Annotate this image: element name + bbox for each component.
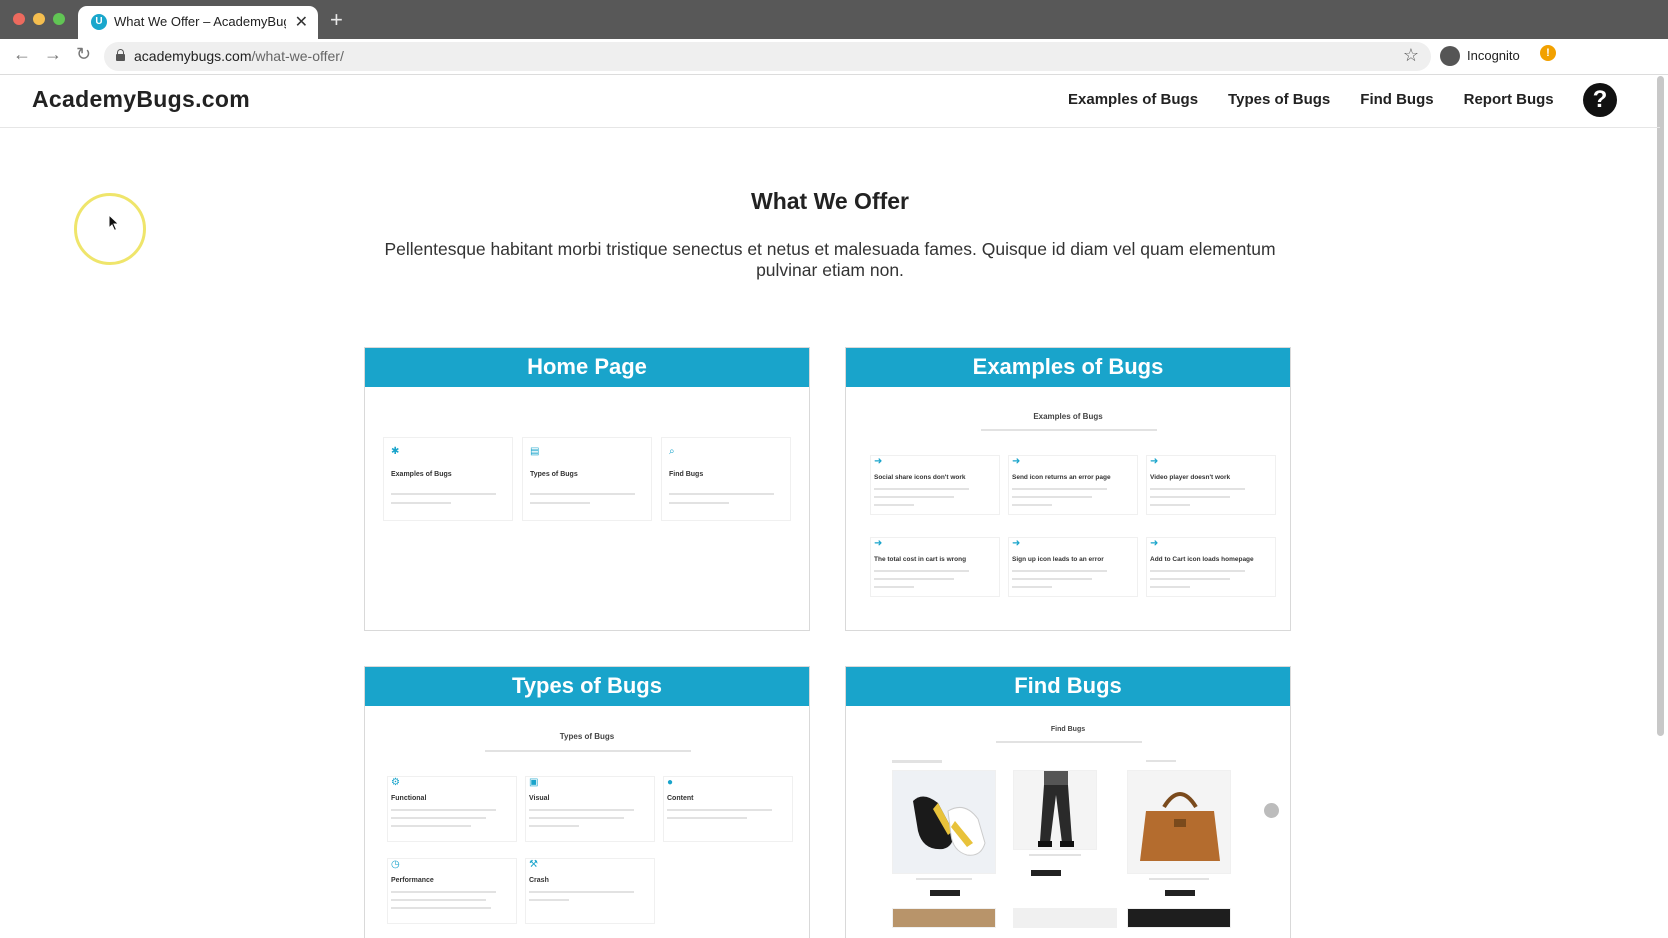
address-bar[interactable]: academybugs.com/what-we-offer/ ☆ [104,42,1431,71]
preview-item: ➜ Add to Cart icon loads homepage [1146,537,1276,597]
sneaker-image [913,796,986,856]
mouse-pointer-icon [108,214,120,232]
preview-item: ➜ Social share icons don't work [870,455,1000,515]
search-icon: ⌕ [669,446,675,457]
preview-item: ● Content [663,776,793,842]
nav-find-bugs[interactable]: Find Bugs [1360,91,1433,108]
add-to-cart-button[interactable] [1031,870,1061,876]
nav-types-of-bugs[interactable]: Types of Bugs [1228,91,1330,108]
card-preview: Types of Bugs ⚙ Functional ▣ Visual ● Co… [365,706,809,938]
card-examples-of-bugs[interactable]: Examples of Bugs Examples of Bugs ➜ Soci… [845,347,1291,631]
product-image [1013,908,1117,928]
site-header: AcademyBugs.com Examples of Bugs Types o… [0,76,1660,128]
bug-icon: ✱ [391,446,400,457]
chevron-right-icon: ➜ [1150,456,1159,467]
card-preview: Find Bugs [846,706,1290,938]
preview-item: ➜ Send icon returns an error page [1008,455,1138,515]
browser-toolbar: ← → ↻ academybugs.com/what-we-offer/ ☆ I… [0,39,1668,75]
preview-item: ➜ Sign up icon leads to an error [1008,537,1138,597]
nav-report-bugs[interactable]: Report Bugs [1464,91,1554,108]
intro-text: Pellentesque habitant morbi tristique se… [384,239,1276,280]
add-to-cart-button[interactable] [930,890,960,896]
main-nav: Examples of Bugs Types of Bugs Find Bugs… [1068,91,1554,108]
forward-arrow-icon[interactable]: → [44,44,62,65]
page-title: What We Offer [750,188,910,214]
site-logo[interactable]: AcademyBugs.com [32,86,250,113]
url-text[interactable]: academybugs.com/what-we-offer/ [134,48,344,64]
page-content: AcademyBugs.com Examples of Bugs Types o… [0,76,1668,938]
image-icon: ▣ [529,777,539,788]
jeans-image [1038,771,1074,847]
preview-item: ✱ Examples of Bugs [383,437,513,521]
add-to-cart-button[interactable] [1165,890,1195,896]
tab-close-icon[interactable]: ✕ [295,12,308,32]
incognito-icon [1440,46,1460,66]
preview-item: ⚙ Functional [387,776,517,842]
card-preview: ✱ Examples of Bugs ▤ Types of Bugs ⌕ Fin… [365,387,809,630]
list-icon: ▤ [530,446,540,457]
favicon-icon: U [91,14,107,30]
product-image-sneaker[interactable] [892,770,996,874]
incognito-indicator[interactable]: Incognito [1440,42,1528,71]
help-icon[interactable]: ? [1583,83,1617,117]
preview-item: ▤ Types of Bugs [522,437,652,521]
preview-item: ◷ Performance [387,858,517,924]
browser-alert-icon[interactable]: ! [1540,45,1556,61]
chevron-right-icon: ➜ [1012,538,1021,549]
card-title: Home Page [365,348,809,387]
card-types-of-bugs[interactable]: Types of Bugs Types of Bugs ⚙ Functional… [364,666,810,938]
card-title: Examples of Bugs [846,348,1290,387]
preview-item: ➜ Video player doesn't work [1146,455,1276,515]
comment-icon: ● [667,777,674,788]
card-title: Types of Bugs [365,667,809,706]
back-arrow-icon[interactable]: ← [13,44,31,65]
preview-item: ▣ Visual [525,776,655,842]
card-preview: Examples of Bugs ➜ Social share icons do… [846,387,1290,630]
chevron-right-icon: ➜ [874,456,883,467]
reload-icon[interactable]: ↻ [76,44,91,65]
tab-title: What We Offer – AcademyBug [114,14,286,29]
preview-item: ⚒ Crash [525,858,655,924]
chevron-right-icon: ➜ [1012,456,1021,467]
clock-icon: ◷ [391,859,400,870]
card-home-page[interactable]: Home Page ✱ Examples of Bugs ▤ Types of … [364,347,810,631]
page-scrollbar[interactable] [1657,76,1664,736]
hammer-icon: ⚒ [529,859,538,870]
minimize-window-button[interactable] [33,13,45,25]
lock-icon [116,49,125,61]
maximize-window-button[interactable] [53,13,65,25]
chevron-right-icon: ➜ [874,538,883,549]
nav-examples-of-bugs[interactable]: Examples of Bugs [1068,91,1198,108]
product-image-jeans[interactable] [1013,770,1097,850]
close-window-button[interactable] [13,13,25,25]
browser-tab[interactable]: U What We Offer – AcademyBug ✕ [78,6,318,39]
bookmark-star-icon[interactable]: ☆ [1403,45,1419,66]
preview-item: ➜ The total cost in cart is wrong [870,537,1000,597]
browser-titlebar: U What We Offer – AcademyBug ✕ + [0,0,1668,39]
chevron-right-icon: ➜ [1150,538,1159,549]
card-title: Find Bugs [846,667,1290,706]
scroll-top-button[interactable] [1264,803,1279,818]
card-find-bugs[interactable]: Find Bugs Find Bugs [845,666,1291,938]
gears-icon: ⚙ [391,777,400,788]
preview-item: ⌕ Find Bugs [661,437,791,521]
bag-image [1140,792,1220,861]
new-tab-button[interactable]: + [330,6,343,34]
product-image-bag[interactable] [1127,770,1231,874]
incognito-label: Incognito [1467,48,1520,63]
product-image [1127,908,1231,928]
product-image [892,908,996,928]
